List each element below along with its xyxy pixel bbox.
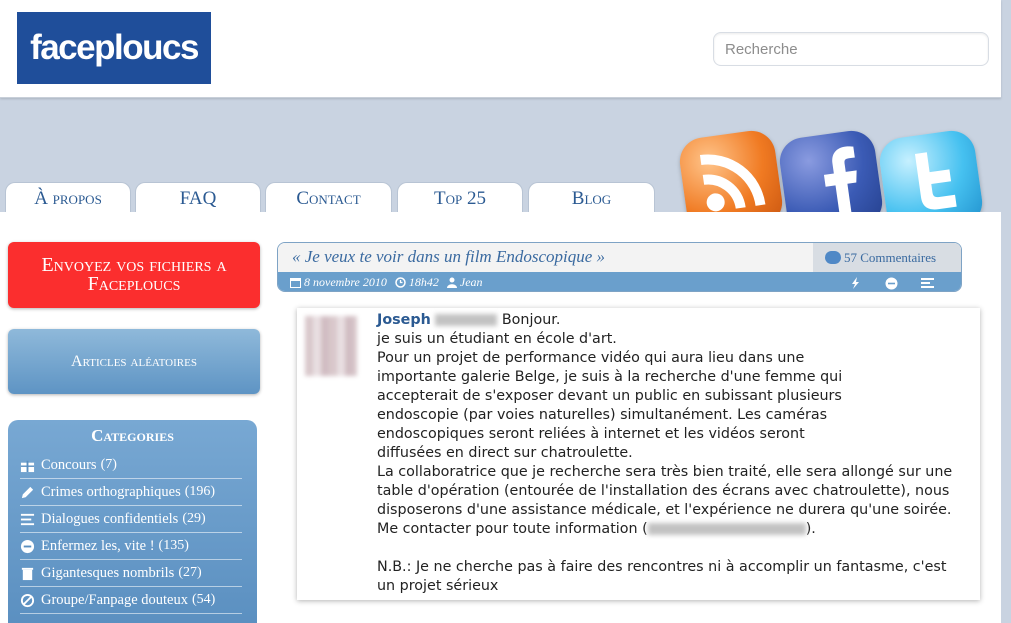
- category-count: (54): [191, 592, 216, 607]
- site-logo[interactable]: faceploucs: [17, 12, 211, 84]
- comment-bubble-icon: [825, 251, 841, 264]
- category-count: (29): [182, 511, 206, 526]
- article-author: Jean: [446, 275, 483, 290]
- pencil-icon: [21, 486, 34, 498]
- article-header: « Je veux te voir dans un film Endoscopi…: [277, 242, 962, 292]
- category-count: (7): [100, 457, 117, 472]
- category-label: Concours: [41, 456, 97, 473]
- search-input[interactable]: [714, 33, 988, 65]
- send-files-label: Envoyez vos fichiers a Faceploucs: [41, 254, 227, 295]
- tab-faq[interactable]: FAQ: [135, 182, 261, 214]
- send-files-button[interactable]: Envoyez vos fichiers a Faceploucs: [8, 242, 260, 308]
- post-line: diffusées en direct sur chatroulette.: [377, 445, 633, 461]
- post-line: Me contacter pour toute information ().: [377, 520, 967, 539]
- category-count: (135): [158, 538, 189, 553]
- post-spacer: [377, 539, 967, 558]
- category-item[interactable]: Dialogues confidentiels (29): [20, 506, 242, 533]
- comments-count: 57: [844, 249, 857, 265]
- category-label: Dialogues confidentiels: [41, 510, 179, 527]
- facebook-post: Joseph Bonjour. je suis un étudiant en é…: [297, 308, 980, 600]
- post-line: importante galerie Belge, je suis à la r…: [377, 369, 843, 385]
- gift-icon: [20, 460, 35, 472]
- tab-blog[interactable]: Blog: [528, 182, 655, 214]
- clock-icon: [395, 277, 406, 288]
- category-label: Crimes orthographiques: [41, 483, 181, 500]
- category-count: (27): [178, 565, 202, 580]
- tab-a-propos[interactable]: À propos: [5, 182, 131, 214]
- post-line: endoscopiques seront reliées à internet …: [377, 426, 805, 442]
- category-item[interactable]: Groupe/Fanpage douteux (54): [20, 587, 242, 614]
- lines-icon[interactable]: [919, 275, 935, 291]
- tab-contact[interactable]: Contact: [265, 182, 392, 214]
- post-body: Joseph Bonjour. je suis un étudiant en é…: [377, 311, 967, 596]
- category-item[interactable]: Concours (7): [20, 452, 242, 479]
- post-line: je suis un étudiant en école d'art.: [377, 331, 617, 347]
- category-label: Gigantesques nombrils: [41, 564, 175, 581]
- article-title[interactable]: « Je veux te voir dans un film Endoscopi…: [292, 247, 605, 267]
- category-label: Groupe/Fanpage douteux: [41, 591, 188, 608]
- category-count: (196): [184, 484, 216, 499]
- post-text: ).: [805, 521, 816, 537]
- minus-circle-icon[interactable]: [883, 275, 899, 291]
- logo-text: faceploucs: [30, 28, 199, 67]
- post-line: accepterait de s'exposer devant un publi…: [377, 388, 842, 404]
- avatar: [305, 316, 357, 376]
- categories-box: Categories Concours (7) Crimes orthograp…: [8, 420, 257, 623]
- article-actions: [827, 275, 935, 291]
- article-author-text[interactable]: Jean: [460, 275, 483, 290]
- article-time: 18h42: [395, 275, 439, 290]
- categories-list: Concours (7) Crimes orthographiques (196…: [20, 452, 242, 614]
- minus-circle-icon: [20, 539, 35, 553]
- post-author[interactable]: Joseph: [377, 312, 431, 328]
- article-meta: 8 novembre 2010 18h42 Jean: [278, 272, 961, 291]
- random-articles-button[interactable]: Articles aléatoires: [8, 329, 260, 394]
- no-entry-icon: [20, 593, 35, 607]
- post-line: N.B.: Je ne cherche pas à faire des renc…: [377, 559, 947, 575]
- article-date-text: 8 novembre 2010: [304, 275, 387, 289]
- article-date: 8 novembre 2010: [290, 275, 387, 290]
- post-text: Bonjour.: [501, 312, 561, 328]
- category-item[interactable]: Gigantesques nombrils (27): [20, 560, 242, 587]
- category-item[interactable]: Enfermez les, vite ! (135): [20, 533, 242, 560]
- calendar-icon: [290, 278, 301, 288]
- user-icon: [446, 277, 457, 288]
- post-line: La collaboratrice que je recherche sera …: [377, 464, 953, 480]
- post-line: disposerons d'une assistance médicale, e…: [377, 502, 952, 518]
- post-line: un projet sérieux: [377, 578, 499, 594]
- search-box[interactable]: [713, 32, 989, 66]
- post-line: Pour un projet de performance vidéo qui …: [377, 350, 805, 366]
- random-articles-label: Articles aléatoires: [71, 352, 197, 370]
- comments-label: Commentaires: [860, 249, 937, 265]
- article-time-text: 18h42: [408, 275, 439, 289]
- category-label: Enfermez les, vite !: [41, 537, 155, 554]
- lightning-icon[interactable]: [847, 275, 863, 291]
- blurred-surname: [435, 314, 498, 326]
- category-item[interactable]: Crimes orthographiques (196): [20, 479, 242, 506]
- post-text: Me contacter pour toute information (: [377, 521, 648, 537]
- trash-icon: [21, 567, 34, 580]
- tab-top-25[interactable]: Top 25: [397, 182, 523, 214]
- post-line: table d'opération (entourée de l'install…: [377, 483, 950, 499]
- post-line: Joseph Bonjour.: [377, 311, 967, 330]
- blurred-contact: [647, 523, 806, 535]
- categories-title: Categories: [91, 426, 174, 445]
- site-header: faceploucs: [0, 0, 1001, 98]
- comments-link[interactable]: 57 Commentaires: [813, 243, 961, 272]
- post-line: endoscopie (par voies naturelles) simult…: [377, 407, 828, 423]
- article-title-row: « Je veux te voir dans un film Endoscopi…: [278, 243, 961, 272]
- lines-icon: [20, 513, 35, 525]
